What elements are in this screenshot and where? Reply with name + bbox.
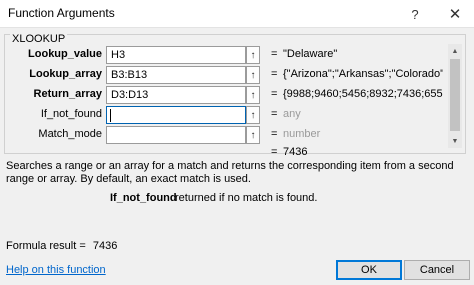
lookup-value-input[interactable]: H3 <box>106 46 246 64</box>
function-result-value: 7436 <box>283 146 308 158</box>
arg-row-return-array: Return_array D3:D13 ↑ = {9988;9460;5456;… <box>0 86 474 104</box>
function-description: Searches a range or an array for a match… <box>6 160 454 185</box>
return-array-input[interactable]: D3:D13 <box>106 86 246 104</box>
match-mode-input[interactable] <box>106 126 246 144</box>
lookup-array-input[interactable]: B3:B13 <box>106 66 246 84</box>
range-select-icon[interactable]: ↑ <box>246 86 260 104</box>
equals-sign: = <box>271 146 278 158</box>
arg-label-lookup-array: Lookup_array <box>29 68 102 80</box>
range-select-icon[interactable]: ↑ <box>246 106 260 124</box>
cancel-button[interactable]: Cancel <box>404 260 470 280</box>
arg-label-lookup-value: Lookup_value <box>28 48 102 60</box>
range-select-icon[interactable]: ↑ <box>246 46 260 64</box>
arg-result-lookup-value: "Delaware" <box>283 48 338 60</box>
ok-button[interactable]: OK <box>336 260 402 280</box>
arg-label-match-mode: Match_mode <box>38 128 102 140</box>
text-caret <box>110 109 111 122</box>
formula-result-value: 7436 <box>92 240 118 252</box>
scroll-down-icon[interactable]: ▼ <box>448 134 462 148</box>
arg-row-lookup-array: Lookup_array B3:B13 ↑ = {"Arizona";"Arka… <box>0 66 474 84</box>
arg-row-lookup-value: Lookup_value H3 ↑ = "Delaware" <box>0 46 474 64</box>
arg-result-lookup-array: {"Arizona";"Arkansas";"Colorado";"N... <box>283 68 443 80</box>
param-help-text: returned if no match is found. <box>175 192 318 204</box>
equals-sign: = <box>271 108 278 120</box>
function-name: XLOOKUP <box>10 33 68 45</box>
arg-result-if-not-found: any <box>283 108 301 120</box>
scroll-thumb[interactable] <box>450 59 460 131</box>
equals-sign: = <box>271 48 278 60</box>
arg-label-if-not-found: If_not_found <box>40 108 102 120</box>
formula-result-label: Formula result = <box>6 240 86 252</box>
range-select-icon[interactable]: ↑ <box>246 126 260 144</box>
arg-result-return-array: {9988;9460;5456;8932;7436;6556;102... <box>283 88 443 100</box>
arg-row-match-mode: Match_mode ↑ = number <box>0 126 474 144</box>
help-icon[interactable]: ? <box>396 0 434 28</box>
arg-row-if-not-found: If_not_found ↑ = any <box>0 106 474 124</box>
dialog-title: Function Arguments <box>8 6 115 20</box>
title-bar: Function Arguments ? ✕ <box>0 0 474 28</box>
scroll-up-icon[interactable]: ▲ <box>448 44 462 58</box>
range-select-icon[interactable]: ↑ <box>246 66 260 84</box>
equals-sign: = <box>271 88 278 100</box>
arguments-scrollbar[interactable]: ▲ ▼ <box>448 44 462 148</box>
arg-result-match-mode: number <box>283 128 321 140</box>
equals-sign: = <box>271 128 278 140</box>
help-on-function-link[interactable]: Help on this function <box>6 264 106 276</box>
param-help-name: If_not_found <box>110 192 177 204</box>
equals-sign: = <box>271 68 278 80</box>
arg-label-return-array: Return_array <box>33 88 102 100</box>
close-icon[interactable]: ✕ <box>436 0 474 28</box>
if-not-found-input[interactable] <box>106 106 246 124</box>
formula-result: Formula result = 7436 <box>6 240 117 252</box>
